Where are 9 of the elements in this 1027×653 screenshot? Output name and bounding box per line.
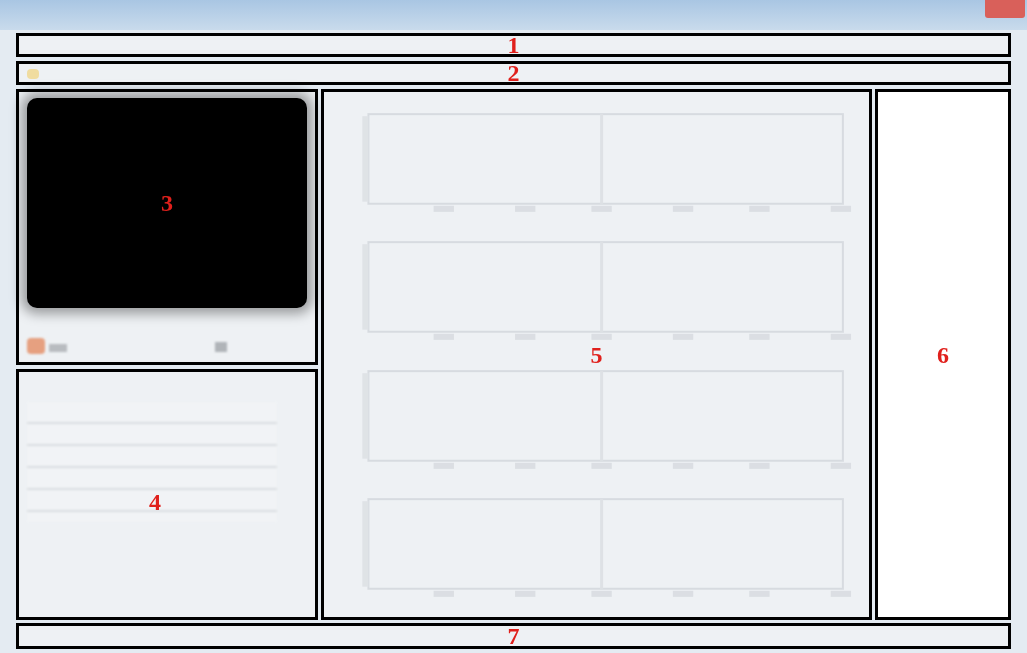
region-number: 7 (507, 624, 520, 648)
close-icon[interactable] (985, 0, 1025, 18)
region-number: 6 (937, 342, 949, 367)
region-number: 2 (507, 61, 520, 85)
region-number: 3 (161, 191, 173, 215)
region-number: 4 (149, 490, 161, 514)
record-icon[interactable] (27, 338, 45, 354)
region-number: 1 (507, 33, 520, 57)
folder-icon[interactable] (27, 69, 39, 79)
